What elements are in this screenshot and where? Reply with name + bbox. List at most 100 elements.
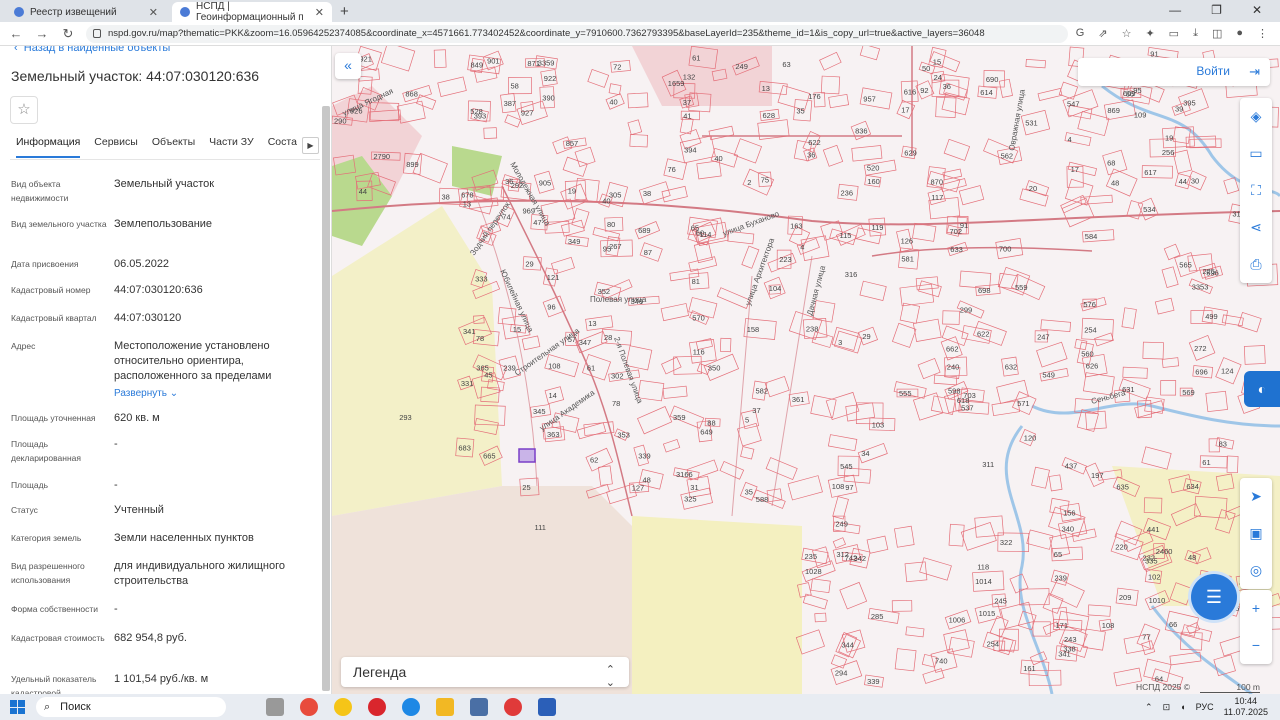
parcel-number-label: 957 [863, 95, 876, 104]
parcel-number-label: 312 [836, 550, 849, 559]
sidebar-icon[interactable]: ◫ [1212, 27, 1222, 40]
tab-composition[interactable]: Соста [268, 136, 297, 158]
yandex-icon[interactable] [300, 698, 318, 716]
language-indicator[interactable]: РУС [1196, 702, 1214, 712]
menu-icon[interactable]: ⋮ [1257, 27, 1268, 40]
volume-icon[interactable]: ◖ [1180, 702, 1185, 712]
parcel-number-label: 344 [841, 641, 854, 650]
field-row: Удельный показатель кадастровой 1 101,54 … [11, 672, 321, 694]
parcel-number-label: 35 [745, 487, 753, 496]
login-button[interactable]: Войти ⇥ [1078, 58, 1270, 86]
back-arrow-icon[interactable]: ← [6, 26, 26, 41]
favorite-star-icon[interactable]: ☆ [10, 96, 38, 124]
parcel-number-label: 65 [1054, 550, 1062, 559]
cast-icon[interactable]: ▭ [1169, 27, 1179, 40]
share-icon[interactable]: ⇗ [1098, 27, 1107, 40]
parcel-number-label: 305 [609, 191, 622, 200]
parcel-number-label: 34 [861, 449, 869, 458]
chat-icon[interactable]: ☰ [1191, 574, 1237, 620]
parcel-number-label: 81 [692, 277, 700, 286]
app-icon[interactable] [470, 698, 488, 716]
field-value: Земельный участок [114, 178, 215, 190]
parcel-number-label: 534 [1143, 205, 1156, 214]
field-key: Удельный показатель кадастровой [11, 674, 97, 694]
reload-icon[interactable]: ↻ [58, 26, 78, 42]
minimize-icon[interactable]: — [1169, 3, 1181, 17]
tab-services[interactable]: Сервисы [94, 136, 138, 158]
field-key: Статус [11, 505, 38, 515]
bookmark-star-icon[interactable]: ☆ [1122, 27, 1132, 40]
tab-parts[interactable]: Части ЗУ [209, 136, 254, 158]
parcel-number-label: 316 [845, 270, 858, 279]
task-view-icon[interactable] [266, 698, 284, 716]
parcel-number-label: 48 [1111, 179, 1119, 188]
new-tab-button[interactable]: + [340, 3, 349, 20]
collapse-panel-button[interactable]: « [335, 53, 361, 79]
parcel-number-label: 617 [1144, 168, 1157, 177]
google-icon[interactable]: G [1076, 27, 1085, 40]
parcel-number-label: 528 [470, 107, 483, 116]
parcel-number-label: 232 [1143, 554, 1156, 563]
browser-tab-nspd[interactable]: НСПД | Геоинформационный п ✕ [172, 1, 332, 23]
maximize-icon[interactable]: ❐ [1211, 3, 1222, 17]
parcel-number-label: 48 [1188, 553, 1196, 562]
assistant-icon[interactable]: ◐ [1244, 371, 1280, 407]
parcel-number-label: 322 [1000, 538, 1013, 547]
zoom-out-icon[interactable]: − [1240, 627, 1272, 664]
yandex-browser-icon[interactable] [334, 698, 352, 716]
browser-icon[interactable] [402, 698, 420, 716]
object-info-panel: ‹ Назад в найденные объекты Земельный уч… [0, 46, 332, 694]
tab-objects[interactable]: Объекты [152, 136, 195, 158]
parcel-number-label: 44 [359, 187, 367, 196]
taskbar-search[interactable]: ⌕ Поиск [36, 697, 226, 717]
minimap-icon[interactable]: ▣ [1240, 515, 1272, 552]
cadastral-map[interactable]: 3359 390 387 44 927 393 857 905 921 901 868 871 528 8… [332, 46, 1280, 694]
chrome-icon[interactable] [504, 698, 522, 716]
close-tab-icon[interactable]: ✕ [149, 6, 158, 19]
browser-tab-registry[interactable]: Реестр извещений ✕ [6, 2, 166, 22]
parcel-number-label: 61 [587, 363, 595, 372]
panel-scrollbar[interactable] [322, 106, 330, 691]
zoom-in-icon[interactable]: + [1240, 590, 1272, 627]
close-window-icon[interactable]: ✕ [1252, 3, 1262, 17]
field-row: Вид объекта недвижимости Земельный участо… [11, 177, 321, 205]
share-icon[interactable]: ⋖ [1240, 209, 1272, 246]
profile-icon[interactable]: ● [1236, 27, 1243, 40]
parcel-number-label: 92 [920, 86, 928, 95]
field-key: Адрес [11, 341, 36, 351]
legend-dropdown[interactable]: Легенда ⌃ ⌄ [341, 657, 629, 689]
parcel-number-label: 61 [1202, 458, 1210, 467]
close-tab-icon[interactable]: ✕ [315, 6, 324, 19]
clock[interactable]: 10:44 11.07.2025 [1224, 696, 1268, 718]
parcel-number-label: 109 [1134, 111, 1147, 120]
parcel-number-label: 629 [904, 148, 917, 157]
forward-arrow-icon[interactable]: → [32, 26, 52, 41]
extensions-icon[interactable]: ✦ [1145, 27, 1154, 40]
tab-information[interactable]: Информация [16, 136, 81, 158]
download-icon[interactable]: ⤓ [1193, 27, 1198, 40]
favicon-icon [180, 7, 190, 17]
layers-icon[interactable]: ◈ [1240, 98, 1272, 135]
tabs-scroll-right-icon[interactable]: ▶ [302, 137, 319, 154]
panel-tabs: Информация Сервисы Объекты Части ЗУ Сост… [0, 136, 320, 158]
parcel-number-label: 19 [568, 187, 576, 196]
back-to-results-link[interactable]: ‹ Назад в найденные объекты [14, 46, 170, 54]
parcel-number-label: 160 [867, 177, 880, 186]
navigate-icon[interactable]: ➤ [1240, 478, 1272, 515]
word-icon[interactable] [538, 698, 556, 716]
tray-arrow-icon[interactable]: ⌃ [1145, 702, 1153, 713]
folder-icon[interactable] [436, 698, 454, 716]
search-label: Поиск [60, 701, 91, 713]
opera-icon[interactable] [368, 698, 386, 716]
map-canvas[interactable]: 335939038744927393857905921 9018688715288… [332, 46, 1280, 694]
location-icon[interactable]: ◎ [1240, 552, 1272, 589]
network-icon[interactable]: ⊡ [1163, 702, 1171, 713]
ruler-icon[interactable]: ▭ [1240, 135, 1272, 172]
parcel-number-label: 58 [511, 82, 519, 91]
expand-address-link[interactable]: Развернуть ⌄ [114, 386, 321, 401]
url-field[interactable]: nspd.gov.ru/map?thematic=PKK&zoom=16.059… [86, 24, 1068, 43]
print-icon[interactable]: ⎙ [1240, 246, 1272, 283]
select-area-icon[interactable]: ⛶ [1240, 172, 1272, 209]
windows-start-icon[interactable] [10, 700, 26, 714]
parcel-number-label: 549 [1042, 371, 1055, 380]
